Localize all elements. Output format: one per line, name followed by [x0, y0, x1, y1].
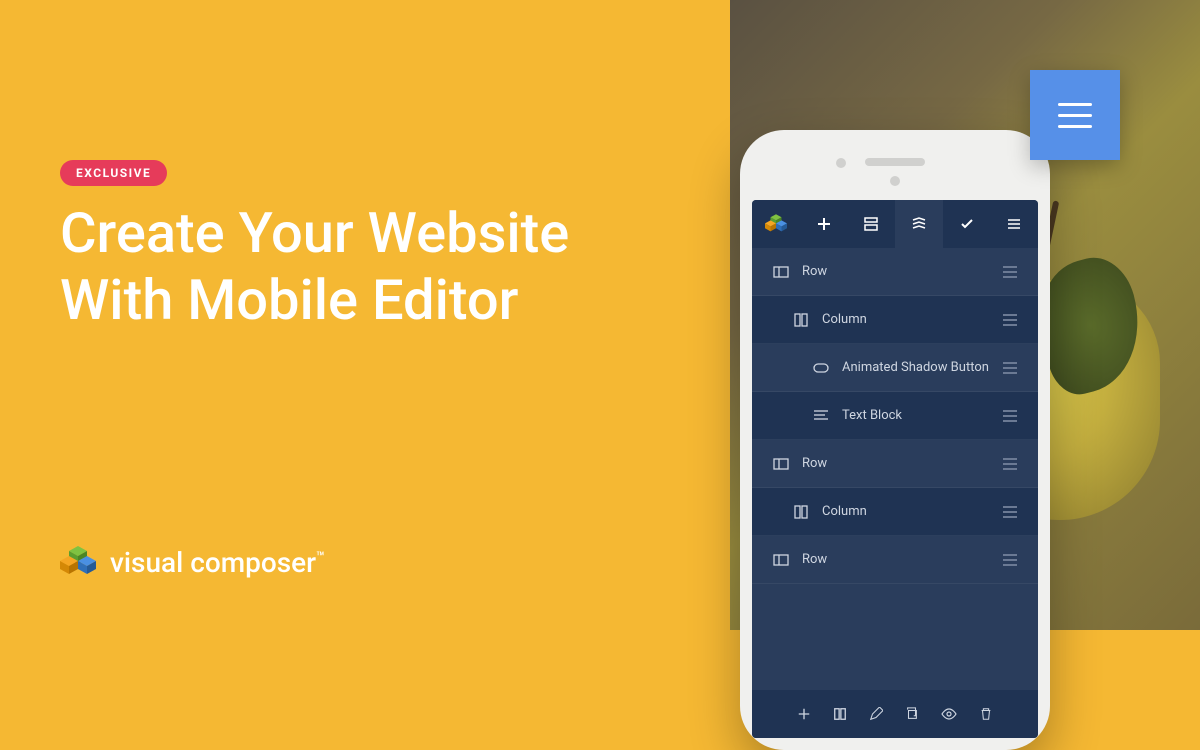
column-icon: [792, 505, 810, 519]
drag-handle-icon[interactable]: [998, 506, 1022, 518]
add-action-icon[interactable]: [797, 707, 811, 721]
editor-screen: Row Column Animated Shadow Button Text Bloc…: [752, 200, 1038, 738]
text-icon: [812, 410, 830, 422]
tree-item-row[interactable]: Row: [752, 440, 1038, 488]
templates-button[interactable]: [847, 200, 895, 248]
headline: Create Your Website With Mobile Editor: [60, 200, 569, 334]
element-tree: Row Column Animated Shadow Button Text Bloc…: [752, 248, 1038, 690]
editor-toolbar: [752, 200, 1038, 248]
exclusive-badge: EXCLUSIVE: [60, 160, 167, 186]
visibility-action-icon[interactable]: [941, 707, 957, 721]
tree-item-label: Text Block: [842, 408, 998, 423]
copy-action-icon[interactable]: [905, 707, 919, 721]
row-icon: [772, 458, 790, 470]
row-icon: [772, 554, 790, 566]
column-action-icon[interactable]: [833, 707, 847, 721]
tree-item-row[interactable]: Row: [752, 536, 1038, 584]
more-menu-button[interactable]: [990, 200, 1038, 248]
tree-item-label: Animated Shadow Button: [842, 360, 998, 375]
logo-icon: [60, 544, 96, 580]
edit-action-icon[interactable]: [869, 707, 883, 721]
phone-mockup: Row Column Animated Shadow Button Text Bloc…: [740, 130, 1050, 750]
tree-item-label: Row: [802, 456, 998, 471]
tree-item-label: Column: [822, 312, 998, 327]
phone-camera: [836, 158, 846, 168]
add-element-button[interactable]: [800, 200, 848, 248]
tree-item-text-block[interactable]: Text Block: [752, 392, 1038, 440]
headline-line-1: Create Your Website: [60, 200, 569, 267]
tree-item-row[interactable]: Row: [752, 248, 1038, 296]
column-icon: [792, 313, 810, 327]
drag-handle-icon[interactable]: [998, 410, 1022, 422]
phone-speaker: [865, 158, 925, 166]
phone-sensor: [890, 176, 900, 186]
drag-handle-icon[interactable]: [998, 362, 1022, 374]
button-icon: [812, 363, 830, 373]
tree-item-column[interactable]: Column: [752, 488, 1038, 536]
tree-item-label: Column: [822, 504, 998, 519]
drag-handle-icon[interactable]: [998, 554, 1022, 566]
save-button[interactable]: [943, 200, 991, 248]
brand-logo: visual composer™: [60, 544, 325, 580]
drag-handle-icon[interactable]: [998, 314, 1022, 326]
tree-item-animated-shadow-button[interactable]: Animated Shadow Button: [752, 344, 1038, 392]
tree-item-label: Row: [802, 264, 998, 279]
tree-item-label: Row: [802, 552, 998, 567]
drag-handle-icon[interactable]: [998, 458, 1022, 470]
element-actions-bar: [752, 690, 1038, 738]
headline-line-2: With Mobile Editor: [60, 267, 569, 334]
menu-button[interactable]: [1030, 70, 1120, 160]
tree-view-button[interactable]: [895, 200, 943, 248]
drag-handle-icon[interactable]: [998, 266, 1022, 278]
toolbar-logo[interactable]: [752, 200, 800, 248]
delete-action-icon[interactable]: [979, 707, 993, 721]
row-icon: [772, 266, 790, 278]
brand-name: visual composer™: [110, 546, 325, 579]
tree-item-column[interactable]: Column: [752, 296, 1038, 344]
